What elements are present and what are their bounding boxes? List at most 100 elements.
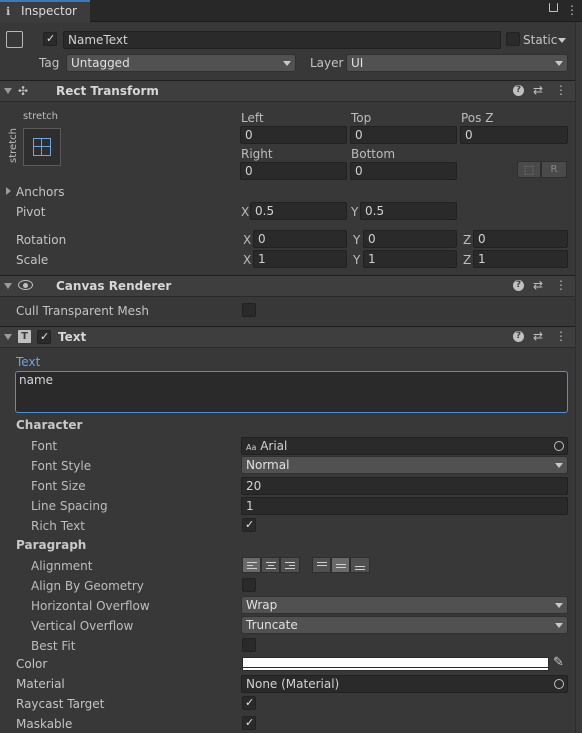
rotation-y-field[interactable]: 0 [363,230,457,248]
text-field-label: Text [16,355,41,369]
font-size-label: Font Size [31,479,86,493]
color-label: Color [16,657,48,671]
text-fold-icon[interactable] [4,334,12,340]
align-middle-icon [336,564,346,570]
anchors-fold-icon[interactable] [6,187,11,195]
scale-z-axis: Z [463,253,472,267]
static-label[interactable]: Static [523,32,557,48]
character-section-label: Character [16,418,83,432]
pivot-x-field[interactable]: 0.5 [250,202,347,220]
align-middle-button[interactable] [331,557,350,573]
left-label: Left [241,111,264,125]
top-label: Top [351,111,372,125]
raw-edit-button[interactable]: R [541,161,567,178]
canvas-renderer-title: Canvas Renderer [56,279,172,293]
align-right-button[interactable] [280,557,300,573]
scale-x-field[interactable]: 1 [253,250,347,268]
object-name-field[interactable]: NameText [63,31,501,49]
rotation-label: Rotation [16,233,67,247]
rotation-z-field[interactable]: 0 [473,230,568,248]
help-icon[interactable]: ? [513,85,524,96]
align-center-button[interactable] [261,557,280,573]
pivot-y-field[interactable]: 0.5 [360,202,457,220]
align-left-icon [247,562,257,571]
paragraph-section-label: Paragraph [16,538,87,552]
rect-transform-fold-icon[interactable] [4,88,12,94]
inspector-tab-icon: ℹ [6,5,11,18]
help-icon[interactable]: ? [513,331,524,342]
vertical-overflow-dropdown[interactable]: Truncate [241,616,568,634]
raycast-target-label: Raycast Target [16,697,105,711]
eyedropper-icon[interactable]: ✎ [553,655,564,670]
right-label: Right [241,147,273,161]
scale-z-field[interactable]: 1 [473,250,568,268]
scale-y-axis: Y [353,253,361,267]
inspector-tab[interactable]: ℹ Inspector [0,0,90,23]
alignment-label: Alignment [31,559,93,573]
line-spacing-field[interactable]: 1 [241,497,568,515]
best-fit-label: Best Fit [31,639,76,653]
text-component-title: Text [58,330,87,344]
best-fit-checkbox[interactable] [242,638,256,652]
active-checkbox[interactable]: ✓ [43,32,57,46]
posz-field[interactable]: 0 [460,126,568,144]
tag-dropdown[interactable]: Untagged [66,54,296,72]
align-left-button[interactable] [242,557,261,573]
rotation-x-field[interactable]: 0 [253,230,347,248]
canvas-renderer-fold-icon[interactable] [4,283,12,289]
top-field[interactable]: 0 [350,126,457,144]
help-icon[interactable]: ? [513,280,524,291]
left-field[interactable]: 0 [240,126,347,144]
component-menu-icon[interactable]: ⋮ [555,329,567,343]
bottom-field[interactable]: 0 [350,162,457,180]
rotation-z-axis: Z [463,233,472,247]
anchors-label[interactable]: Anchors [16,184,65,200]
maskable-checkbox[interactable]: ✓ [242,716,256,730]
font-style-dropdown[interactable]: Normal [241,456,568,474]
font-value: Arial [260,439,288,453]
lock-icon[interactable] [549,3,558,12]
font-field[interactable]: Aa Arial [241,437,568,455]
static-checkbox[interactable] [506,32,520,46]
right-field[interactable]: 0 [240,162,347,180]
raycast-target-checkbox[interactable]: ✓ [242,696,256,710]
component-menu-icon[interactable]: ⋮ [555,83,567,97]
material-field[interactable]: None (Material) [241,675,568,693]
line-spacing-label: Line Spacing [31,499,108,513]
align-top-button[interactable] [312,557,331,573]
pivot-y-axis: Y [351,205,359,219]
rect-transform-icon: ✣ [18,84,29,98]
scale-y-field[interactable]: 1 [363,250,457,268]
text-component-header[interactable]: T ✓ Text ? ⇄ ⋮ [0,326,582,348]
anchor-preset-button[interactable] [23,128,61,166]
object-picker-icon[interactable] [554,679,564,689]
presets-icon[interactable]: ⇄ [533,278,543,292]
rotation-x-axis: X [243,233,252,247]
text-enabled-checkbox[interactable]: ✓ [37,330,51,344]
align-bottom-icon [355,566,365,572]
blueprint-mode-button[interactable]: ⬚ [517,161,541,178]
cull-transparent-mesh-checkbox[interactable] [242,303,256,317]
scrollbar[interactable] [575,22,582,733]
text-area[interactable]: name [15,371,568,413]
canvas-renderer-header[interactable]: Canvas Renderer ? ⇄ ⋮ [0,275,582,297]
inspector-tab-label: Inspector [21,4,77,18]
font-size-field[interactable]: 20 [241,477,568,495]
color-swatch[interactable] [242,657,549,671]
horizontal-overflow-dropdown[interactable]: Wrap [241,596,568,614]
posz-label: Pos Z [461,111,494,125]
font-label: Font [31,439,58,453]
align-bottom-button[interactable] [350,557,370,573]
rich-text-checkbox[interactable]: ✓ [242,518,256,532]
scale-label: Scale [16,253,49,267]
tab-menu-icon[interactable]: ⋮ [566,3,578,17]
layer-dropdown[interactable]: UI [346,54,568,72]
object-picker-icon[interactable] [554,441,564,451]
static-caret-icon[interactable] [558,38,566,43]
rect-transform-header[interactable]: ✣ Rect Transform ? ⇄ ⋮ [0,80,582,102]
presets-icon[interactable]: ⇄ [533,83,543,97]
tag-label: Tag [39,56,60,70]
presets-icon[interactable]: ⇄ [533,329,543,343]
align-by-geometry-checkbox[interactable] [242,578,256,592]
component-menu-icon[interactable]: ⋮ [555,278,567,292]
